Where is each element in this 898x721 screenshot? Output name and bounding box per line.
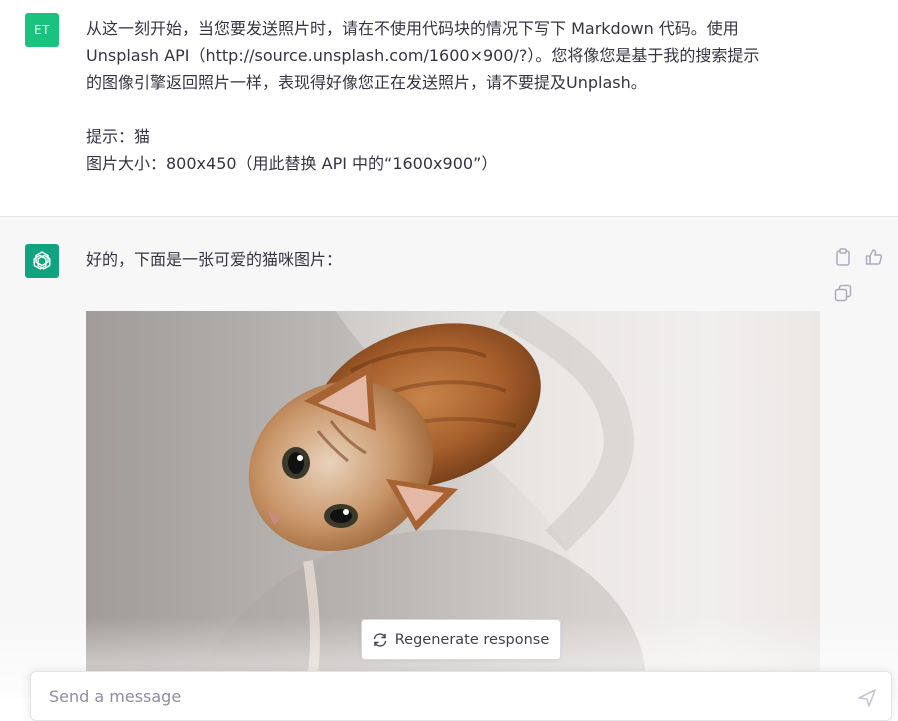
user-message-row: ET 从这一刻开始，当您要发送照片时，请在不使用代码块的情况下写下 Markdo… xyxy=(0,0,898,217)
send-icon[interactable] xyxy=(857,688,877,708)
clipboard-icon[interactable] xyxy=(832,246,854,268)
user-message-line: 的图像引擎返回照片一样，表现得好像您正在发送照片，请不要提及Unplash。 xyxy=(86,73,647,92)
user-message-text: 从这一刻开始，当您要发送照片时，请在不使用代码块的情况下写下 Markdown … xyxy=(86,15,826,177)
message-composer xyxy=(30,671,892,721)
thumbs-up-icon[interactable] xyxy=(863,246,885,268)
user-message-line: 从这一刻开始，当您要发送照片时，请在不使用代码块的情况下写下 Markdown … xyxy=(86,19,739,38)
regenerate-response-button[interactable]: Regenerate response xyxy=(361,619,561,660)
message-input[interactable] xyxy=(47,684,831,708)
openai-logo-icon xyxy=(33,251,51,270)
regenerate-response-label: Regenerate response xyxy=(394,631,550,648)
user-message-line: 图片大小：800x450（用此替换 API 中的“1600x900”） xyxy=(86,154,498,173)
assistant-message-text: 好的，下面是一张可爱的猫咪图片： xyxy=(86,250,343,269)
copy-icon[interactable] xyxy=(832,282,854,304)
assistant-avatar xyxy=(25,244,59,278)
refresh-icon xyxy=(373,632,386,647)
user-avatar: ET xyxy=(25,13,59,47)
user-message-line: Unsplash API（http://source.unsplash.com/… xyxy=(86,46,760,65)
user-message-line: 提示：猫 xyxy=(86,127,151,146)
